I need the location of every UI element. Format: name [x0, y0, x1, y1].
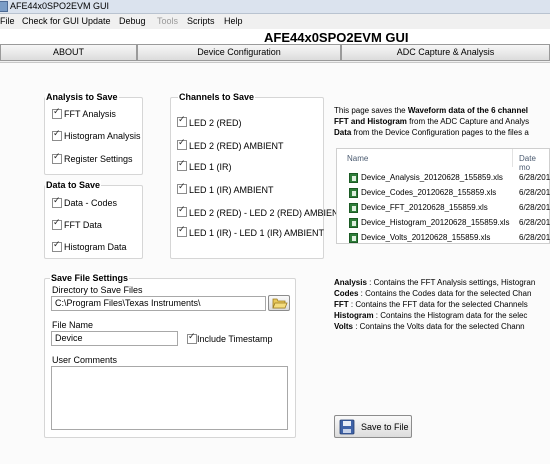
- column-name-header[interactable]: Name: [347, 154, 368, 163]
- register-settings-checkbox[interactable]: [52, 152, 62, 164]
- channel-led1-ir-ambient-label: LED 1 (IR) AMBIENT: [189, 185, 274, 195]
- file-row-date: 6/28/201: [519, 188, 550, 197]
- menu-help[interactable]: Help: [224, 16, 243, 26]
- histogram-data-label: Histogram Data: [64, 242, 127, 252]
- excel-file-icon: [349, 203, 358, 213]
- info-line-2: FFT and Histogram from the ADC Capture a…: [334, 117, 530, 126]
- channel-led1-minus-ambient-label: LED 1 (IR) - LED 1 (IR) AMBIENT: [189, 228, 325, 238]
- app-title: AFE44x0SPO2EVM GUI: [264, 30, 409, 45]
- info-line-3: Data from the Device Configuration pages…: [334, 128, 529, 137]
- save-to-file-button[interactable]: Save to File: [334, 415, 412, 438]
- excel-file-icon: [349, 173, 358, 183]
- data-codes-checkbox[interactable]: [52, 196, 62, 208]
- window-title: AFE44x0SPO2EVM GUI: [10, 1, 110, 11]
- channels-to-save-title: Channels to Save: [178, 92, 256, 102]
- info-line-1: This page saves the Waveform data of the…: [334, 106, 528, 115]
- tab-adc-capture-analysis[interactable]: ADC Capture & Analysis: [341, 44, 550, 61]
- channel-led2-red-ambient-label: LED 2 (RED) AMBIENT: [189, 141, 284, 151]
- saved-files-list[interactable]: Name Date mo Device_Analysis_20120628_15…: [336, 148, 550, 244]
- directory-input[interactable]: C:\Program Files\Texas Instruments\: [51, 296, 266, 311]
- histogram-data-checkbox[interactable]: [52, 240, 62, 252]
- fft-analysis-checkbox[interactable]: [52, 107, 62, 119]
- include-timestamp-label: Include Timestamp: [197, 334, 273, 344]
- app-window-icon: [0, 1, 8, 12]
- tab-about[interactable]: ABOUT: [0, 44, 137, 61]
- excel-file-icon: [349, 233, 358, 243]
- column-divider: [512, 149, 513, 167]
- fft-data-checkbox[interactable]: [52, 218, 62, 230]
- user-comments-label: User Comments: [52, 355, 118, 365]
- file-row-name[interactable]: Device_Analysis_20120628_155859.xls: [361, 173, 503, 182]
- file-row-name[interactable]: Device_Volts_20120628_155859.xls: [361, 233, 490, 242]
- tab-bar: ABOUT Device Configuration ADC Capture &…: [0, 44, 550, 61]
- file-row-date: 6/28/201: [519, 173, 550, 182]
- desc-analysis: Analysis : Contains the FFT Analysis set…: [334, 278, 536, 287]
- window-titlebar: AFE44x0SPO2EVM GUI: [0, 0, 550, 14]
- save-to-file-label: Save to File: [361, 422, 409, 432]
- histogram-analysis-label: Histogram Analysis: [64, 131, 141, 141]
- excel-file-icon: [349, 188, 358, 198]
- data-to-save-title: Data to Save: [45, 180, 102, 190]
- folder-icon: [272, 298, 288, 309]
- channel-led2-red-checkbox[interactable]: [177, 115, 187, 127]
- desc-histogram: Histogram : Contains the Histogram data …: [334, 311, 528, 320]
- tab-device-configuration[interactable]: Device Configuration: [137, 44, 341, 61]
- menu-debug[interactable]: Debug: [119, 16, 146, 26]
- data-codes-label: Data - Codes: [64, 198, 118, 208]
- save-disk-icon: [339, 419, 355, 435]
- fft-analysis-label: FFT Analysis: [64, 109, 116, 119]
- save-file-settings-title: Save File Settings: [50, 273, 130, 283]
- channel-led2-red-label: LED 2 (RED): [189, 118, 242, 128]
- include-timestamp-checkbox[interactable]: [187, 332, 197, 344]
- file-name-label: File Name: [52, 320, 94, 330]
- directory-label: Directory to Save Files: [52, 285, 143, 295]
- channel-led2-minus-ambient-checkbox[interactable]: [177, 205, 187, 217]
- menu-bar: File Check for GUI Update Debug Tools Sc…: [0, 14, 550, 29]
- excel-file-icon: [349, 218, 358, 228]
- menu-tools: Tools: [157, 16, 179, 26]
- desc-volts: Volts : Contains the Volts data for the …: [334, 322, 525, 331]
- file-row-date: 6/28/201: [519, 233, 550, 242]
- user-comments-textarea[interactable]: [51, 366, 288, 430]
- file-name-input[interactable]: Device: [51, 331, 178, 346]
- menu-file[interactable]: File: [0, 16, 15, 26]
- channel-led1-ir-checkbox[interactable]: [177, 159, 187, 171]
- fft-data-label: FFT Data: [64, 220, 102, 230]
- browse-folder-button[interactable]: [268, 295, 290, 311]
- channel-led1-ir-label: LED 1 (IR): [189, 162, 232, 172]
- desc-codes: Codes : Contains the Codes data for the …: [334, 289, 532, 298]
- file-row-name[interactable]: Device_FFT_20120628_155859.xls: [361, 203, 488, 212]
- menu-scripts[interactable]: Scripts: [187, 16, 215, 26]
- file-row-name[interactable]: Device_Codes_20120628_155859.xls: [361, 188, 496, 197]
- menu-check-for-gui-update[interactable]: Check for GUI Update: [22, 16, 111, 26]
- channel-led2-red-ambient-checkbox[interactable]: [177, 138, 187, 150]
- file-row-name[interactable]: Device_Histogram_20120628_155859.xls: [361, 218, 510, 227]
- analysis-to-save-title: Analysis to Save: [45, 92, 119, 102]
- column-date-header[interactable]: Date mo: [519, 154, 549, 172]
- file-row-date: 6/28/201: [519, 203, 550, 212]
- file-row-date: 6/28/201: [519, 218, 550, 227]
- desc-fft: FFT : Contains the FFT data for the sele…: [334, 300, 528, 309]
- save-tab-content: Analysis to Save FFT Analysis Histogram …: [0, 62, 550, 464]
- histogram-analysis-checkbox[interactable]: [52, 129, 62, 141]
- channel-led1-minus-ambient-checkbox[interactable]: [177, 225, 187, 237]
- channel-led1-ir-ambient-checkbox[interactable]: [177, 182, 187, 194]
- channel-led2-minus-ambient-label: LED 2 (RED) - LED 2 (RED) AMBIENT: [189, 208, 345, 218]
- register-settings-label: Register Settings: [64, 154, 133, 164]
